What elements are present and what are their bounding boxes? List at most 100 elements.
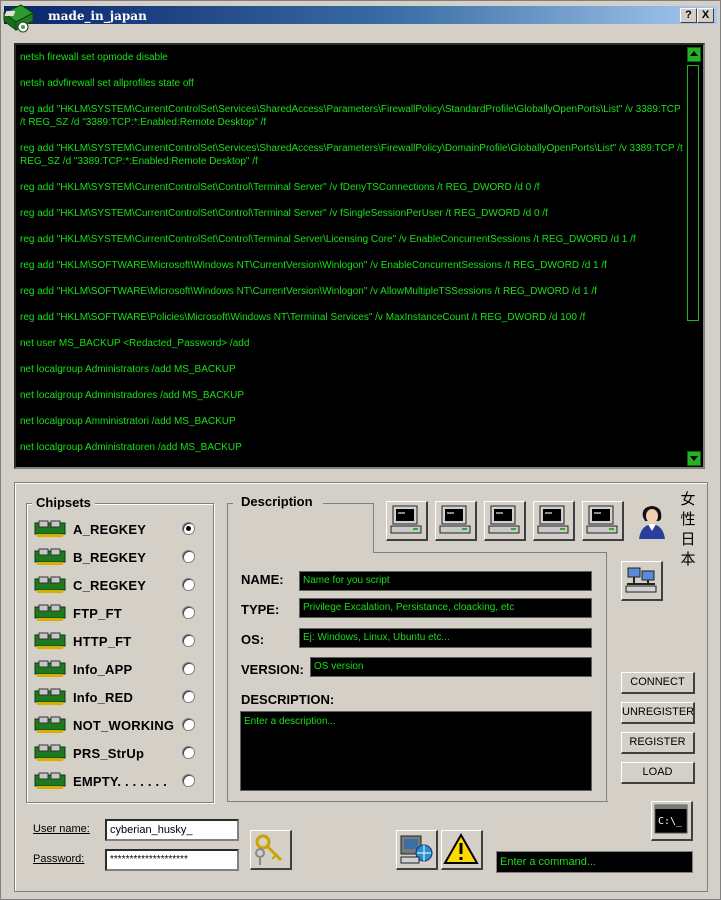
pc-button-5[interactable]: [582, 501, 624, 541]
computer-icon: [537, 505, 569, 534]
type-field[interactable]: Privilege Excalation, Persistance, cloac…: [299, 598, 592, 618]
chipset-item[interactable]: Info_RED: [27, 686, 202, 710]
computer-icon: [390, 505, 422, 534]
chip-icon: [34, 716, 66, 734]
register-button[interactable]: REGISTER: [621, 732, 695, 754]
chipset-item[interactable]: FTP_FT: [27, 602, 202, 626]
console-line: net localgroup Administrators /add MS_BA…: [20, 364, 236, 375]
warning-button[interactable]: [441, 830, 483, 870]
description-textarea[interactable]: Enter a description...: [240, 711, 592, 791]
warning-icon: [443, 832, 479, 864]
chip-icon: [34, 744, 66, 762]
chipset-item[interactable]: HTTP_FT: [27, 630, 202, 654]
chip-icon: [34, 688, 66, 706]
pc-button-3[interactable]: [484, 501, 526, 541]
chipset-radio[interactable]: [182, 774, 195, 787]
japanese-char: 性: [680, 510, 696, 528]
network-scan-button[interactable]: [396, 830, 438, 870]
console-line: netsh firewall set opmode disable: [20, 52, 168, 63]
scroll-down-button[interactable]: [687, 451, 701, 466]
app-chip-icon: [3, 4, 34, 33]
computer-icon: [586, 505, 618, 534]
terminal-button[interactable]: C:\_: [651, 801, 693, 841]
close-button[interactable]: X: [697, 8, 714, 23]
os-label: OS:: [241, 632, 265, 647]
pc-button-4[interactable]: [533, 501, 575, 541]
command-input[interactable]: Enter a command...: [496, 851, 693, 873]
chipset-radio[interactable]: [182, 522, 195, 535]
chip-icon: [34, 632, 66, 650]
chipset-radio[interactable]: [182, 606, 195, 619]
console-line: reg add "HKLM\SYSTEM\CurrentControlSet\C…: [20, 208, 548, 219]
console-line: net localgroup Amministratori /add MS_BA…: [20, 416, 236, 427]
password-field[interactable]: ********************: [105, 849, 239, 871]
chip-icon: [34, 660, 66, 678]
desc-border-top-left: [227, 503, 233, 504]
chipset-label: NOT_WORKING: [73, 718, 175, 733]
user-name-field[interactable]: cyberian_husky_: [105, 819, 239, 841]
os-field[interactable]: Ej: Windows, Linux, Ubuntu etc...: [299, 628, 592, 648]
console-line: reg add "HKLM\SYSTEM\CurrentControlSet\C…: [20, 234, 636, 245]
chipset-label: A_REGKEY: [73, 522, 147, 537]
desc-border-right: [606, 552, 607, 802]
scroll-thumb[interactable]: [687, 65, 699, 321]
chipset-item[interactable]: B_REGKEY: [27, 546, 202, 570]
chipsets-group: Chipsets A_REGKEY B_REGKEY C_REGKEY FTP_FT H…: [26, 495, 214, 803]
login-keys-button[interactable]: [250, 830, 292, 870]
console-line: reg add "HKLM\SYSTEM\CurrentControlSet\C…: [20, 182, 540, 193]
unregister-button[interactable]: UNREGISTER: [621, 702, 695, 724]
chip-icon: [34, 576, 66, 594]
console-output[interactable]: netsh firewall set opmode disable netsh a…: [14, 43, 705, 469]
window-title: made_in_japan: [48, 9, 147, 23]
chip-icon: [34, 604, 66, 622]
desc-border-notch-h: [373, 552, 607, 553]
chipset-label: C_REGKEY: [73, 578, 147, 593]
chipset-label: Info_RED: [73, 690, 134, 705]
chipset-item[interactable]: EMPTY. . . . . . .: [27, 770, 202, 794]
load-button[interactable]: LOAD: [621, 762, 695, 784]
japanese-char: 女: [680, 490, 696, 508]
chipset-item[interactable]: A_REGKEY: [27, 518, 202, 542]
chipset-radio[interactable]: [182, 746, 195, 759]
chip-icon: [34, 520, 66, 538]
type-label: TYPE:: [241, 602, 280, 617]
network-button[interactable]: [621, 561, 663, 601]
name-field[interactable]: Name for you script: [299, 571, 592, 591]
network-globe-icon: [400, 835, 433, 864]
computer-icon: [439, 505, 471, 534]
chipset-label: EMPTY. . . . . . .: [73, 774, 167, 789]
console-line: reg add "HKLM\SOFTWARE\Policies\Microsof…: [20, 312, 586, 323]
computer-icon: [488, 505, 520, 534]
pc-button-1[interactable]: [386, 501, 428, 541]
chipset-radio[interactable]: [182, 662, 195, 675]
console-line: netsh advfirewall set allprofiles state …: [20, 78, 194, 89]
chip-icon: [34, 548, 66, 566]
pc-button-2[interactable]: [435, 501, 477, 541]
chipset-radio[interactable]: [182, 578, 195, 591]
version-label: VERSION:: [241, 662, 304, 677]
console-scrollbar[interactable]: [687, 47, 701, 466]
help-button[interactable]: ?: [680, 8, 697, 23]
chipset-radio[interactable]: [182, 690, 195, 703]
chipset-item[interactable]: NOT_WORKING: [27, 714, 202, 738]
title-bar[interactable]: made_in_japan ? X: [4, 6, 717, 24]
scroll-up-button[interactable]: [687, 47, 701, 62]
chipset-label: Info_APP: [73, 662, 133, 677]
connect-button[interactable]: CONNECT: [621, 672, 695, 694]
chipset-label: HTTP_FT: [73, 634, 132, 649]
password-label: Password:: [33, 853, 85, 865]
chipset-item[interactable]: PRS_StrUp: [27, 742, 202, 766]
chipset-radio[interactable]: [182, 718, 195, 731]
console-line: net user MS_BACKUP <Redacted_Password> /…: [20, 338, 250, 349]
console-lines: netsh firewall set opmode disable netsh a…: [20, 51, 684, 467]
keys-icon: [255, 834, 283, 865]
japanese-char: 本: [680, 550, 696, 568]
chipset-radio[interactable]: [182, 634, 195, 647]
chipsets-title: Chipsets: [32, 495, 95, 510]
desc-border-top-mid: [323, 503, 373, 504]
chipset-item[interactable]: C_REGKEY: [27, 574, 202, 598]
japanese-char: 日: [680, 530, 696, 548]
chipset-item[interactable]: Info_APP: [27, 658, 202, 682]
chipset-radio[interactable]: [182, 550, 195, 563]
version-field[interactable]: OS version: [310, 657, 592, 677]
